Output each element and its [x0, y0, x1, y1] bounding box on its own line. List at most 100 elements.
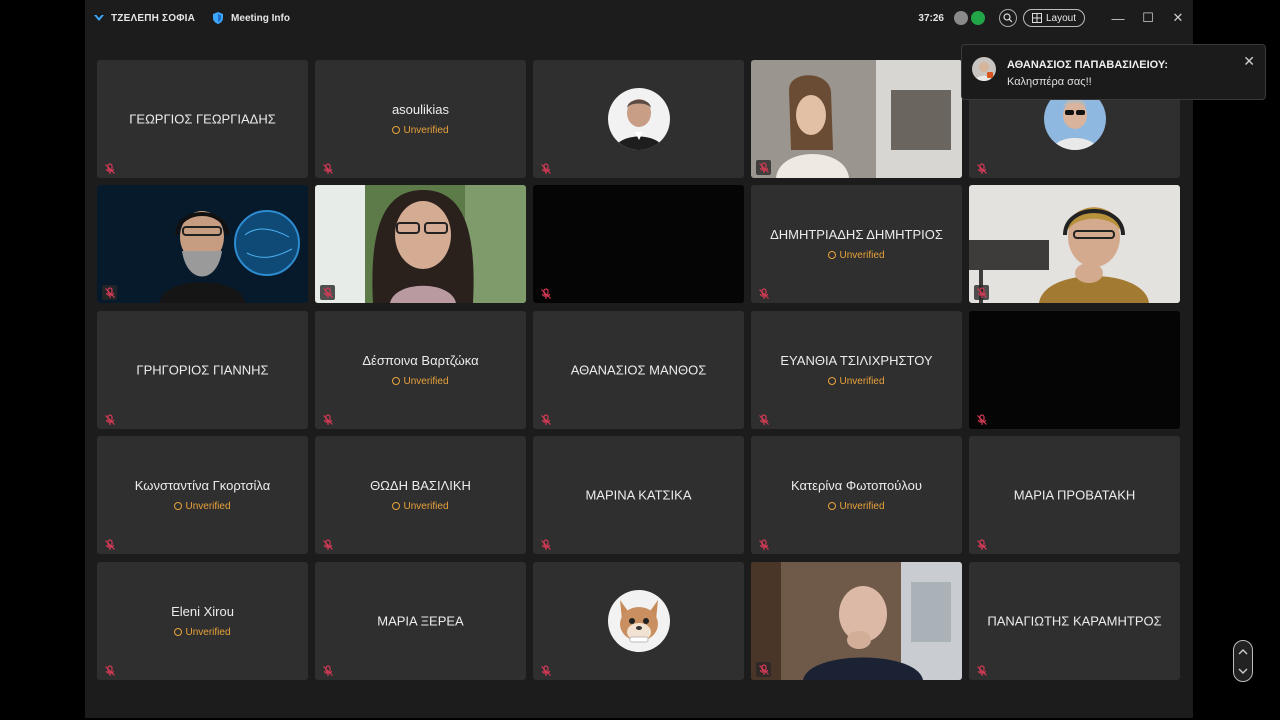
mic-muted-icon — [540, 287, 552, 299]
minimize-button[interactable]: — — [1103, 11, 1133, 26]
grid-icon — [1031, 13, 1042, 23]
participant-name: ΘΩΔΗ ΒΑΣΙΛΙΚΗ — [370, 478, 471, 493]
meeting-info-button[interactable]: Meeting Info — [231, 13, 290, 24]
participant-name: Κωνσταντίνα Γκορτσίλα — [134, 478, 271, 493]
participant-tile[interactable]: Eleni Xirou Unverified — [97, 562, 308, 680]
title-bar: ΤΖΕΛΕΠΗ ΣΟΦΙΑ Meeting Info 37:26 Layout … — [85, 0, 1193, 36]
participant-name: ΕΥΑΝΘΙΑ ΤΣΙΛΙΧΡΗΣΤΟΥ — [780, 353, 933, 368]
unverified-label: Unverified — [403, 125, 449, 136]
participant-name: ΠΑΝΑΓΙΩΤΗΣ ΚΑΡΑΜΗΤΡΟΣ — [987, 613, 1162, 629]
participant-name: ΓΕΩΡΓΙΟΣ ΓΕΩΡΓΙΑΔΗΣ — [129, 111, 276, 127]
participant-tile[interactable]: ΜΑΡΙΝΑ ΚΑΤΣΙΚΑ — [533, 436, 744, 554]
participant-tile[interactable]: Δέσποινα Βαρτζώκα Unverified — [315, 311, 526, 429]
participant-tile[interactable]: ΜΑΡΙΑ ΠΡΟΒΑΤΑΚΗ — [969, 436, 1180, 554]
participant-tile[interactable]: Κωνσταντίνα Γκορτσίλα Unverified — [97, 436, 308, 554]
audio-level-icon[interactable] — [970, 11, 985, 25]
participant-name: ΜΑΡΙΝΑ ΚΑΤΣΙΚΑ — [585, 487, 692, 503]
mic-muted-icon — [540, 664, 552, 676]
mic-muted-icon — [540, 413, 552, 425]
participant-name: Δέσποινα Βαρτζώκα — [362, 353, 479, 368]
unverified-label: Unverified — [185, 627, 231, 638]
mic-muted-icon — [756, 160, 771, 175]
mic-muted-icon — [104, 413, 116, 425]
participant-video — [97, 185, 308, 303]
mic-muted-icon — [322, 162, 334, 174]
participant-tile[interactable]: ΠΑΝΑΓΙΩΤΗΣ ΚΑΡΑΜΗΤΡΟΣ — [969, 562, 1180, 680]
participant-tile[interactable]: ΓΕΩΡΓΙΟΣ ΓΕΩΡΓΙΑΔΗΣ — [97, 60, 308, 178]
mic-muted-icon — [322, 413, 334, 425]
clock-icon — [392, 502, 401, 510]
close-icon[interactable]: ✕ — [1243, 53, 1255, 70]
mic-muted-icon — [976, 664, 988, 676]
close-window-button[interactable]: ✕ — [1163, 10, 1193, 26]
participant-tile[interactable]: ΘΩΔΗ ΒΑΣΙΛΙΚΗ Unverified — [315, 436, 526, 554]
participant-name: Eleni Xirou — [171, 604, 234, 619]
mic-muted-icon — [104, 664, 116, 676]
unverified-label: Unverified — [839, 250, 885, 261]
shield-icon — [213, 12, 224, 24]
participant-name: ΜΑΡΙΑ ΠΡΟΒΑΤΑΚΗ — [1013, 487, 1136, 503]
page-scroller[interactable] — [1233, 640, 1253, 682]
meeting-window: ΤΖΕΛΕΠΗ ΣΟΦΙΑ Meeting Info 37:26 Layout … — [85, 0, 1266, 718]
unverified-label: Unverified — [403, 501, 449, 512]
participant-tile[interactable]: Κατερίνα Φωτοπούλου Unverified — [751, 436, 962, 554]
mic-muted-icon — [104, 538, 116, 550]
clock-icon — [828, 251, 837, 259]
unverified-badge: Unverified — [97, 501, 308, 512]
unverified-label: Unverified — [839, 501, 885, 512]
participant-tile[interactable]: ΔΗΜΗΤΡΙΑΔΗΣ ΔΗΜΗΤΡΙΟΣ Unverified — [751, 185, 962, 303]
mic-muted-icon — [758, 287, 770, 299]
participant-name: asoulikias — [391, 102, 450, 117]
unverified-badge: Unverified — [751, 376, 962, 387]
participant-tile[interactable] — [315, 185, 526, 303]
participant-tile[interactable] — [969, 185, 1180, 303]
zoom-icon[interactable] — [998, 9, 1017, 27]
participant-name: ΑΘΑΝΑΣΙΟΣ ΜΑΝΘΟΣ — [570, 362, 707, 378]
mic-muted-icon — [976, 413, 988, 425]
participant-tile[interactable] — [533, 562, 744, 680]
notification-sender: ΑΘΑΝΑΣΙΟΣ ΠΑΠΑΒΑΣΙΛΕΙΟΥ: — [1007, 59, 1169, 71]
participant-tile[interactable]: ΕΥΑΝΘΙΑ ΤΣΙΛΙΧΡΗΣΤΟΥ Unverified — [751, 311, 962, 429]
maximize-button[interactable]: ☐ — [1133, 10, 1163, 26]
participant-video — [315, 185, 526, 303]
mic-muted-icon — [540, 162, 552, 174]
network-icon[interactable] — [953, 11, 968, 25]
clock-icon — [392, 126, 401, 134]
participant-tile[interactable] — [533, 60, 744, 178]
notification-message: Καλησπέρα σας!! — [1007, 76, 1092, 88]
participant-video — [969, 185, 1180, 303]
participant-tile[interactable] — [97, 185, 308, 303]
participant-name: ΓΡΗΓΟΡΙΟΣ ΓΙΑΝΝΗΣ — [136, 362, 269, 378]
participant-name: Κατερίνα Φωτοπούλου — [791, 478, 922, 493]
unverified-label: Unverified — [185, 501, 231, 512]
unverified-badge: Unverified — [751, 501, 962, 512]
layout-label: Layout — [1045, 12, 1076, 24]
clock-icon — [174, 502, 183, 510]
unverified-badge: Unverified — [97, 627, 308, 638]
unverified-badge: Unverified — [315, 376, 526, 387]
mic-muted-icon — [758, 413, 770, 425]
chat-notification[interactable]: ΑΘΑΝΑΣΙΟΣ ΠΑΠΑΒΑΣΙΛΕΙΟΥ: Καλησπέρα σας!!… — [961, 44, 1266, 100]
participant-tile[interactable]: asoulikias Unverified — [315, 60, 526, 178]
chevron-up-icon[interactable] — [1234, 643, 1252, 661]
mic-muted-icon — [102, 285, 117, 300]
participant-video — [751, 60, 962, 178]
participant-avatar — [607, 590, 670, 652]
participant-name: ΜΑΡΙΑ ΞΕΡΕΑ — [377, 613, 464, 629]
chevron-down-icon[interactable] — [1234, 662, 1252, 680]
mic-muted-icon — [976, 162, 988, 174]
mic-muted-icon — [322, 664, 334, 676]
participant-tile[interactable]: ΑΘΑΝΑΣΙΟΣ ΜΑΝΘΟΣ — [533, 311, 744, 429]
participant-tile[interactable] — [533, 185, 744, 303]
layout-button[interactable]: Layout — [1022, 9, 1085, 27]
participant-tile[interactable] — [751, 562, 962, 680]
app-title: ΤΖΕΛΕΠΗ ΣΟΦΙΑ — [111, 12, 196, 24]
participant-tile[interactable] — [969, 311, 1180, 429]
participant-tile[interactable]: ΓΡΗΓΟΡΙΟΣ ΓΙΑΝΝΗΣ — [97, 311, 308, 429]
participant-avatar — [607, 88, 670, 150]
unverified-badge: Unverified — [315, 501, 526, 512]
mic-muted-icon — [974, 285, 989, 300]
mic-muted-icon — [756, 662, 771, 677]
participant-tile[interactable]: ΜΑΡΙΑ ΞΕΡΕΑ — [315, 562, 526, 680]
participant-tile[interactable] — [751, 60, 962, 178]
